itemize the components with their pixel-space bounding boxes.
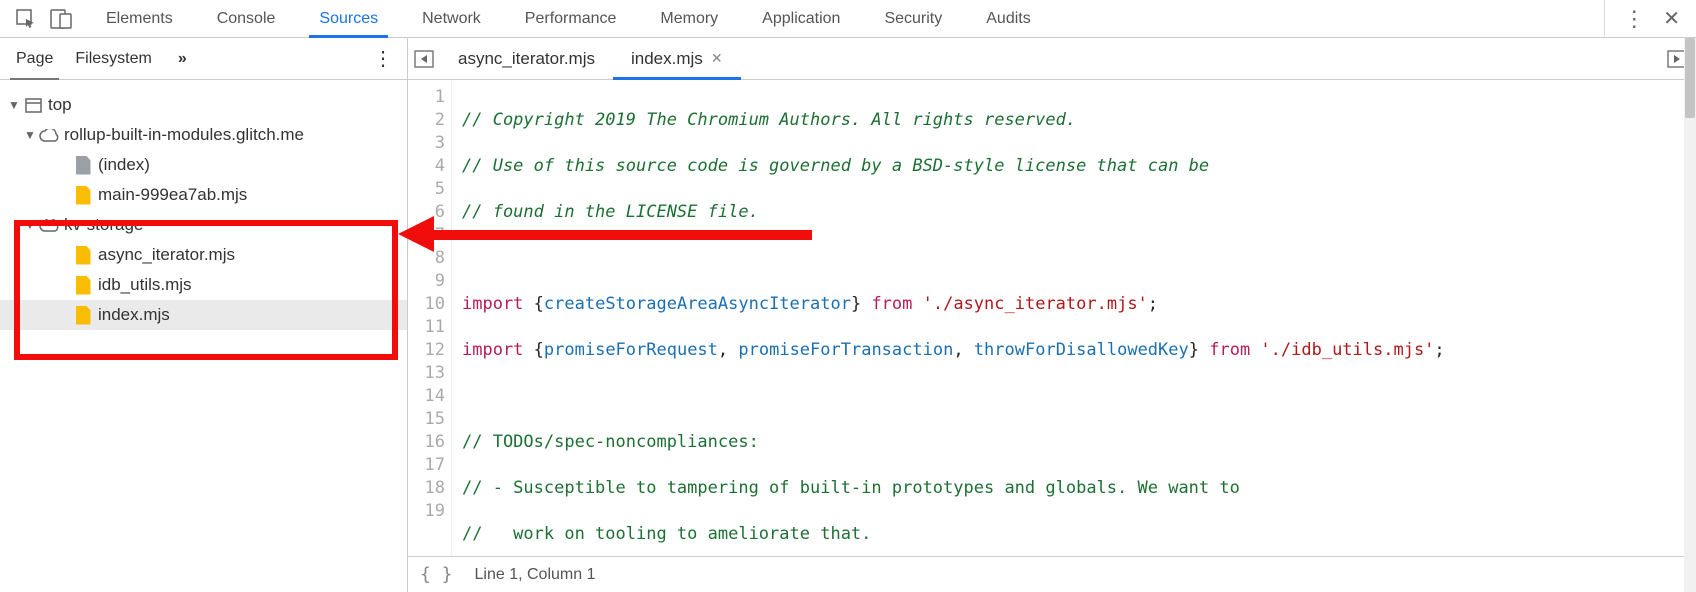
file-page-icon — [72, 156, 94, 175]
code-line: // Use of this source code is governed b… — [462, 156, 1209, 176]
tree-item-idb-utils[interactable]: idb_utils.mjs — [0, 270, 407, 300]
tree-item-async-iterator[interactable]: async_iterator.mjs — [0, 240, 407, 270]
inspect-icon[interactable] — [16, 9, 36, 29]
t: } — [851, 294, 871, 314]
code-line: // TODOs/spec-noncompliances: — [462, 432, 759, 452]
status-bar: { } Line 1, Column 1 — [408, 556, 1696, 592]
code-editor-panel: async_iterator.mjs index.mjs ✕ 123456789… — [408, 38, 1696, 592]
t: , — [718, 340, 738, 360]
tree-label: top — [44, 95, 72, 115]
tab-audits[interactable]: Audits — [964, 0, 1052, 37]
tree-label: idb_utils.mjs — [94, 275, 192, 295]
tab-elements[interactable]: Elements — [84, 0, 195, 37]
t: ; — [1434, 340, 1444, 360]
tab-application[interactable]: Application — [740, 0, 862, 37]
tab-network[interactable]: Network — [400, 0, 503, 37]
devtools-top-tabs: Elements Console Sources Network Perform… — [0, 0, 1696, 38]
tab-security[interactable]: Security — [862, 0, 964, 37]
frame-icon — [22, 98, 44, 113]
t: promiseForTransaction — [738, 340, 953, 360]
navigator-tab-strip: Page Filesystem » ⋮ — [0, 38, 407, 80]
code-line: // work on tooling to ameliorate that. — [462, 524, 871, 544]
tree-label: async_iterator.mjs — [94, 245, 235, 265]
navigator-tab-page[interactable]: Page — [10, 38, 69, 79]
tab-console[interactable]: Console — [195, 0, 298, 37]
t: } — [1189, 340, 1209, 360]
file-tab-async-iterator[interactable]: async_iterator.mjs — [440, 38, 613, 79]
t: , — [953, 340, 973, 360]
chevron-down-icon: ▼ — [6, 98, 22, 112]
t: import — [462, 340, 523, 360]
tab-sources[interactable]: Sources — [297, 0, 400, 37]
tree-label: kv-storage — [60, 215, 143, 235]
t: { — [523, 340, 543, 360]
file-mjs-icon — [72, 306, 94, 325]
t: from — [871, 294, 912, 314]
tree-item-main-bundle[interactable]: main-999ea7ab.mjs — [0, 180, 407, 210]
tree-label: rollup-built-in-modules.glitch.me — [60, 125, 304, 145]
scrollbar-thumb[interactable] — [1685, 80, 1695, 118]
code-content[interactable]: // Copyright 2019 The Chromium Authors. … — [452, 80, 1696, 556]
navigator-tab-filesystem[interactable]: Filesystem — [69, 38, 167, 79]
tab-performance[interactable]: Performance — [503, 0, 639, 37]
tree-item-domain[interactable]: ▼ rollup-built-in-modules.glitch.me — [0, 120, 407, 150]
tree-item-index-page[interactable]: (index) — [0, 150, 407, 180]
pretty-print-icon[interactable]: { } — [420, 564, 453, 585]
cloud-icon — [38, 219, 60, 232]
t: './idb_utils.mjs' — [1250, 340, 1434, 360]
cloud-icon — [38, 129, 60, 142]
file-tab-label: index.mjs — [631, 49, 703, 69]
t: from — [1209, 340, 1250, 360]
t: createStorageAreaAsyncIterator — [544, 294, 851, 314]
device-toggle-icon[interactable] — [50, 9, 72, 29]
file-tree: ▼ top ▼ rollup-built-in-modules.glitch.m… — [0, 80, 407, 592]
toggle-navigator-icon[interactable] — [408, 50, 440, 68]
chevron-down-icon: ▼ — [22, 218, 38, 232]
file-mjs-icon — [72, 246, 94, 265]
file-mjs-icon — [72, 276, 94, 295]
close-tab-icon[interactable]: ✕ — [711, 50, 723, 67]
file-mjs-icon — [72, 186, 94, 205]
code-line: // - Susceptible to tampering of built-i… — [462, 478, 1240, 498]
tree-label: index.mjs — [94, 305, 170, 325]
tab-memory[interactable]: Memory — [638, 0, 740, 37]
code-editor[interactable]: 12345678910111213141516171819 // Copyrig… — [408, 80, 1696, 556]
line-gutter: 12345678910111213141516171819 — [408, 80, 452, 556]
main-tab-strip: Elements Console Sources Network Perform… — [84, 0, 1053, 37]
tree-label: main-999ea7ab.mjs — [94, 185, 247, 205]
code-line: // Copyright 2019 The Chromium Authors. … — [462, 110, 1076, 130]
tree-item-kv-storage[interactable]: ▼ kv-storage — [0, 210, 407, 240]
tree-item-top[interactable]: ▼ top — [0, 90, 407, 120]
cursor-position: Line 1, Column 1 — [475, 566, 596, 584]
editor-scrollbar[interactable] — [1684, 80, 1696, 556]
chevron-down-icon: ▼ — [22, 128, 38, 142]
file-tab-index-mjs[interactable]: index.mjs ✕ — [613, 38, 741, 79]
kebab-menu-icon[interactable]: ⋮ — [1623, 6, 1645, 32]
open-file-tabs: async_iterator.mjs index.mjs ✕ — [408, 38, 1696, 80]
t: { — [523, 294, 543, 314]
close-devtools-icon[interactable]: ✕ — [1663, 6, 1680, 31]
tree-item-index-mjs[interactable]: index.mjs — [0, 300, 407, 330]
t: throwForDisallowedKey — [974, 340, 1189, 360]
tree-label: (index) — [94, 155, 150, 175]
navigator-more-tabs-icon[interactable]: » — [168, 50, 197, 68]
t: ; — [1148, 294, 1158, 314]
file-tab-label: async_iterator.mjs — [458, 49, 595, 69]
code-line: // found in the LICENSE file. — [462, 202, 759, 222]
navigator-options-icon[interactable]: ⋮ — [359, 49, 407, 69]
sources-navigator: Page Filesystem » ⋮ ▼ top ▼ rollup-buil — [0, 38, 408, 592]
t: import — [462, 294, 523, 314]
t: promiseForRequest — [544, 340, 718, 360]
t: './async_iterator.mjs' — [912, 294, 1147, 314]
